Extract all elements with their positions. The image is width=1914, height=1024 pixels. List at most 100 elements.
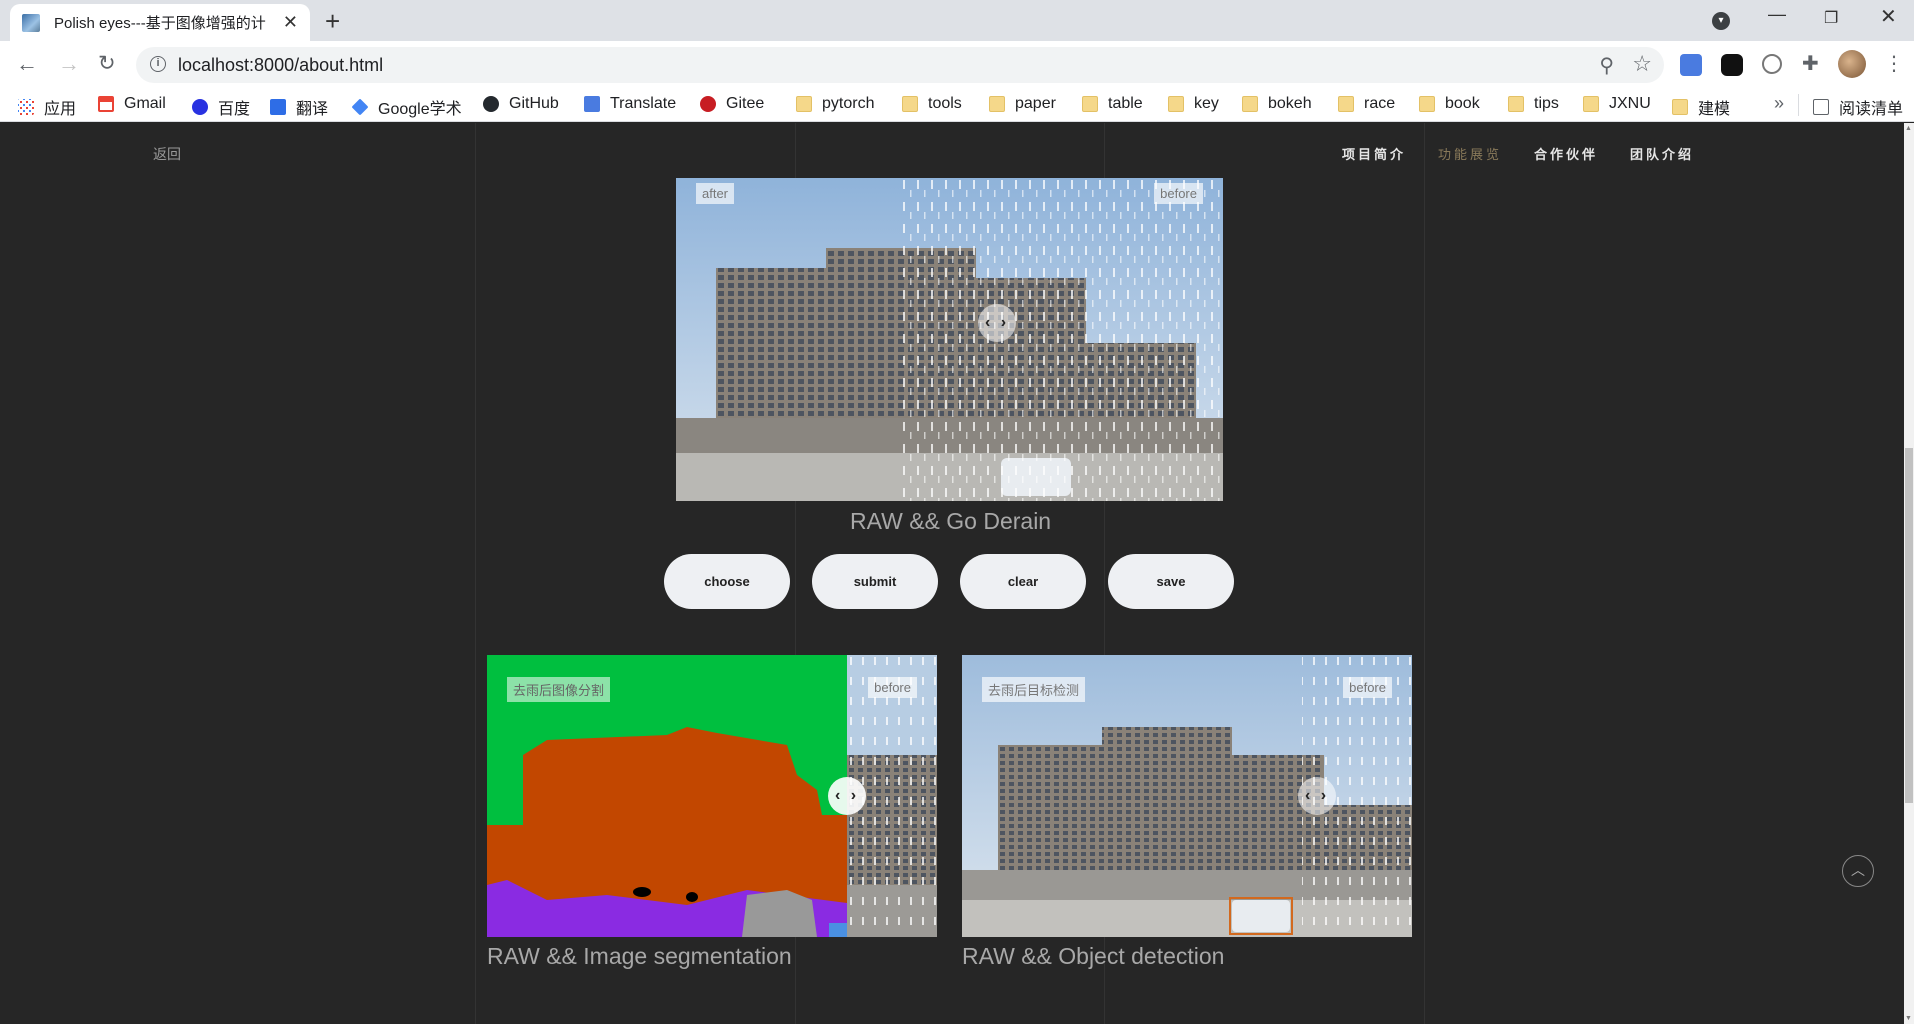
restore-icon[interactable]: ❐	[1824, 8, 1838, 28]
browser-menu-icon[interactable]: ⋮	[1884, 51, 1904, 76]
nav-link-intro[interactable]: 项目简介	[1342, 144, 1406, 163]
bookmarks-bar: 应用 Gmail 百度 翻译 Google学术 GitHub Translate…	[0, 88, 1914, 122]
bookmark-label: 应用	[44, 101, 77, 118]
detection-compare-slider[interactable]: 去雨后目标检测 before ‹ ›	[962, 655, 1412, 937]
baidu-icon	[192, 99, 208, 115]
after-label: after	[696, 183, 735, 204]
bookmark-label: tips	[1534, 95, 1559, 112]
bookmark-label: 翻译	[296, 101, 329, 118]
bookmark-folder-book[interactable]: book	[1419, 95, 1480, 113]
bookmark-label: race	[1364, 95, 1396, 112]
bookmark-baidu[interactable]: 百度	[192, 95, 250, 119]
folder-icon	[1168, 96, 1184, 112]
bookmark-folder-bokeh[interactable]: bokeh	[1242, 95, 1312, 113]
bookmark-label: paper	[1015, 95, 1056, 112]
extension-icon[interactable]	[1721, 54, 1743, 76]
derain-caption: RAW && Go Derain	[850, 508, 1052, 534]
bookmark-label: 百度	[218, 101, 251, 118]
bookmark-apps[interactable]: 应用	[18, 95, 76, 119]
scholar-icon	[351, 98, 369, 116]
new-tab-button[interactable]: +	[325, 6, 340, 37]
bookmark-label: GitHub	[509, 95, 559, 112]
scroll-down-icon[interactable]: ▼	[1905, 1015, 1912, 1022]
bookmark-folder-table[interactable]: table	[1082, 95, 1143, 113]
folder-icon	[1242, 96, 1258, 112]
bookmark-gmail[interactable]: Gmail	[98, 95, 166, 113]
folder-icon	[796, 96, 812, 112]
tab-search-icon[interactable]: ▾	[1712, 12, 1730, 30]
close-window-icon[interactable]: ✕	[1880, 4, 1897, 29]
profile-avatar[interactable]	[1838, 50, 1866, 78]
site-nav: 返回 项目简介 功能展览 合作伙伴 团队介绍	[0, 123, 1904, 183]
bookmark-gitee[interactable]: Gitee	[700, 95, 764, 113]
translate-cn-icon	[270, 99, 286, 115]
choose-button[interactable]: choose	[664, 554, 790, 609]
bookmark-folder-jianmo[interactable]: 建模	[1672, 95, 1730, 119]
minimize-icon[interactable]: —	[1768, 4, 1786, 25]
address-bar[interactable]: i localhost:8000/about.html ⚲ ☆	[136, 47, 1664, 83]
save-button[interactable]: save	[1108, 554, 1234, 609]
before-label: before	[868, 677, 917, 698]
bookmark-label: table	[1108, 95, 1143, 112]
folder-icon	[1583, 96, 1599, 112]
bookmarks-overflow-icon[interactable]: »	[1774, 93, 1784, 114]
github-icon	[483, 96, 499, 112]
nav-link-features[interactable]: 功能展览	[1438, 144, 1502, 163]
nav-link-partners[interactable]: 合作伙伴	[1534, 144, 1598, 163]
tab-close-icon[interactable]: ✕	[283, 12, 298, 33]
slider-handle-icon[interactable]: ‹ ›	[1298, 777, 1336, 815]
bookmark-translate[interactable]: Translate	[584, 95, 676, 113]
bookmark-fanyi[interactable]: 翻译	[270, 95, 328, 119]
bookmark-label: tools	[928, 95, 962, 112]
url-text[interactable]: localhost:8000/about.html	[178, 55, 383, 76]
nav-link-team[interactable]: 团队介绍	[1630, 144, 1694, 163]
reading-list-button[interactable]: 阅读清单	[1813, 95, 1903, 119]
segmentation-label: 去雨后图像分割	[507, 677, 611, 702]
bookmark-folder-tips[interactable]: tips	[1508, 95, 1559, 113]
bookmark-github[interactable]: GitHub	[483, 95, 559, 113]
derain-compare-slider[interactable]: after before ‹ ›	[676, 178, 1223, 501]
bookmarks-divider	[1798, 94, 1799, 116]
back-icon[interactable]: ←	[16, 51, 38, 77]
derain-image	[676, 178, 1223, 501]
bookmark-folder-jxnu[interactable]: JXNU	[1583, 95, 1651, 113]
bookmark-label: pytorch	[822, 95, 875, 112]
scroll-up-icon[interactable]: ▲	[1905, 125, 1912, 132]
page-content: 返回 项目简介 功能展览 合作伙伴 团队介绍 after before ‹ › …	[0, 123, 1904, 1024]
back-to-top-icon[interactable]: ︿	[1842, 855, 1874, 887]
reading-list-icon	[1813, 99, 1829, 115]
submit-button[interactable]: submit	[812, 554, 938, 609]
folder-icon	[989, 96, 1005, 112]
apps-grid-icon	[18, 99, 34, 115]
bookmark-folder-key[interactable]: key	[1168, 95, 1219, 113]
puzzle-extensions-icon[interactable]: ✚	[1802, 51, 1824, 75]
page-scrollbar[interactable]: ▲ ▼	[1904, 123, 1914, 1024]
site-info-icon[interactable]: i	[150, 56, 166, 72]
bookmark-star-icon[interactable]: ☆	[1632, 51, 1652, 77]
bookmark-label: Gitee	[726, 95, 765, 112]
tab-strip: Polish eyes---基于图像增强的计 ✕ + ▾ — ❐ ✕	[0, 0, 1914, 41]
browser-tab[interactable]: Polish eyes---基于图像增强的计 ✕	[10, 4, 310, 41]
reload-icon[interactable]: ↻	[98, 51, 116, 76]
slider-handle-icon[interactable]: ‹ ›	[978, 304, 1016, 342]
forward-icon[interactable]: →	[58, 51, 80, 77]
clear-button[interactable]: clear	[960, 554, 1086, 609]
scrollbar-thumb[interactable]	[1905, 448, 1913, 803]
bookmark-label: Gmail	[124, 95, 166, 112]
bookmark-folder-pytorch[interactable]: pytorch	[796, 95, 874, 113]
slider-handle-icon[interactable]: ‹ ›	[828, 777, 866, 815]
bookmark-label: 建模	[1698, 101, 1731, 118]
column-divider	[475, 123, 476, 1024]
back-link[interactable]: 返回	[153, 144, 181, 164]
bookmark-folder-paper[interactable]: paper	[989, 95, 1056, 113]
bookmark-label: book	[1445, 95, 1480, 112]
zoom-icon[interactable]: ⚲	[1599, 53, 1614, 78]
column-divider	[1424, 123, 1425, 1024]
bookmark-folder-tools[interactable]: tools	[902, 95, 962, 113]
nav-links: 项目简介 功能展览 合作伙伴 团队介绍	[1342, 144, 1694, 163]
bookmark-scholar[interactable]: Google学术	[351, 95, 462, 119]
bookmark-folder-race[interactable]: race	[1338, 95, 1395, 113]
translate-extension-icon[interactable]	[1680, 54, 1702, 76]
extension-cloud-icon[interactable]	[1762, 54, 1782, 74]
segmentation-compare-slider[interactable]: 去雨后图像分割 before ‹ ›	[487, 655, 937, 937]
